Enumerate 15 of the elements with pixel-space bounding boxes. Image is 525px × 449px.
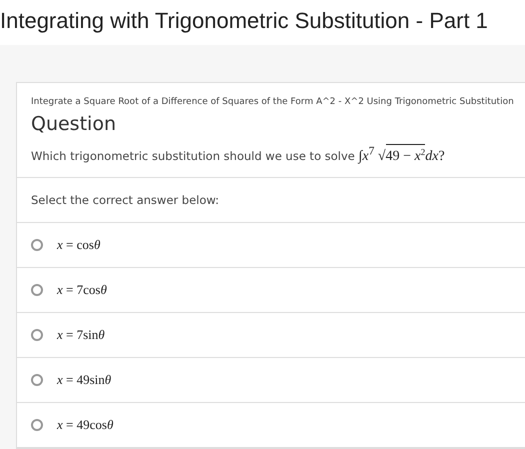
radio-button[interactable] [31,374,43,386]
question-heading: Question [31,113,117,135]
radio-button[interactable] [31,239,43,251]
answer-option[interactable]: x = 49sinθ [57,372,112,388]
answer-option[interactable]: x = cosθ [57,237,100,253]
question-text: Which trigonometric substitution should we use to solve ∫x$^{7}$ √49 − x$^{2}$dx? [31,144,511,167]
radio-button[interactable] [31,419,43,431]
answer-prompt: Select the correct answer below: [17,178,525,223]
page-title: Integrating with Trigonometric Substitution - Part 1 [0,7,489,35]
answer-option[interactable]: x = 7cosθ [57,282,107,298]
topic-label: Integrate a Square Root of a Difference of Squares of the Form A^2 - X^2 Using Trigonometric Substitution [31,97,511,107]
answer-option[interactable]: x = 7sinθ [57,327,105,343]
radio-button[interactable] [31,329,43,341]
radio-button[interactable] [31,284,43,296]
answer-option[interactable]: x = 49cosθ [57,417,114,433]
